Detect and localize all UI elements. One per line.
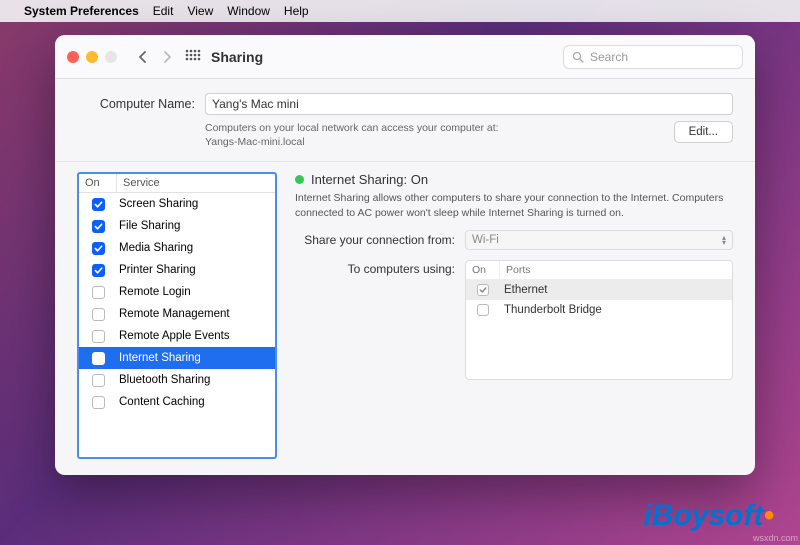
search-placeholder: Search xyxy=(590,50,628,64)
share-from-label: Share your connection from: xyxy=(295,233,465,247)
share-from-value: Wi-Fi xyxy=(472,234,499,246)
services-header-on: On xyxy=(79,174,117,192)
ports-header: On Ports xyxy=(466,261,732,280)
service-checkbox[interactable] xyxy=(92,198,105,211)
close-button[interactable] xyxy=(67,51,79,63)
ports-header-on: On xyxy=(466,261,500,279)
status-description: Internet Sharing allows other computers … xyxy=(295,191,733,219)
service-row[interactable]: Remote Login xyxy=(79,281,275,303)
port-checkbox[interactable] xyxy=(477,284,489,296)
port-label: Thunderbolt Bridge xyxy=(500,304,732,316)
service-row[interactable]: Remote Management xyxy=(79,303,275,325)
service-row[interactable]: Remote Apple Events xyxy=(79,325,275,347)
service-row[interactable]: Media Sharing xyxy=(79,237,275,259)
status-line: Internet Sharing: On xyxy=(295,172,733,187)
share-from-select[interactable]: Wi-Fi ▴▾ xyxy=(465,230,733,250)
service-label: Internet Sharing xyxy=(117,352,275,364)
port-label: Ethernet xyxy=(500,284,732,296)
service-row[interactable]: Screen Sharing xyxy=(79,193,275,215)
edit-button[interactable]: Edit... xyxy=(674,121,733,143)
service-label: Remote Login xyxy=(117,286,275,298)
service-checkbox[interactable] xyxy=(92,264,105,277)
service-label: Media Sharing xyxy=(117,242,275,254)
computer-name-input[interactable]: Yang's Mac mini xyxy=(205,93,733,115)
share-from-row: Share your connection from: Wi-Fi ▴▾ xyxy=(295,230,733,250)
detail-panel: Internet Sharing: On Internet Sharing al… xyxy=(295,172,733,459)
service-checkbox[interactable] xyxy=(92,308,105,321)
zoom-button[interactable] xyxy=(105,51,117,63)
ports-header-ports: Ports xyxy=(500,261,732,279)
preferences-window: Sharing Search Computer Name: Yang's Mac… xyxy=(55,35,755,475)
service-checkbox[interactable] xyxy=(92,374,105,387)
port-row[interactable]: Ethernet xyxy=(466,280,732,300)
forward-button[interactable] xyxy=(155,45,179,69)
service-row[interactable]: Internet Sharing xyxy=(79,347,275,369)
service-label: Printer Sharing xyxy=(117,264,275,276)
services-header: On Service xyxy=(79,174,275,193)
service-checkbox[interactable] xyxy=(92,352,105,365)
service-checkbox[interactable] xyxy=(92,220,105,233)
service-label: File Sharing xyxy=(117,220,275,232)
to-computers-label: To computers using: xyxy=(295,260,465,276)
computer-name-value: Yang's Mac mini xyxy=(212,97,299,111)
watermark-source: wsxdn.com xyxy=(753,533,798,543)
port-checkbox[interactable] xyxy=(477,304,489,316)
traffic-lights xyxy=(67,51,117,63)
menu-window[interactable]: Window xyxy=(227,4,270,18)
computer-name-label: Computer Name: xyxy=(77,97,205,111)
port-row[interactable]: Thunderbolt Bridge xyxy=(466,300,732,320)
service-row[interactable]: Bluetooth Sharing xyxy=(79,369,275,391)
search-input[interactable]: Search xyxy=(563,45,743,69)
back-button[interactable] xyxy=(131,45,155,69)
services-list: On Service Screen Sharing File Sharing Med… xyxy=(77,172,277,459)
menubar: System Preferences Edit View Window Help xyxy=(0,0,800,22)
service-checkbox[interactable] xyxy=(92,242,105,255)
service-checkbox[interactable] xyxy=(92,286,105,299)
minimize-button[interactable] xyxy=(86,51,98,63)
service-label: Screen Sharing xyxy=(117,198,275,210)
service-checkbox[interactable] xyxy=(92,396,105,409)
service-row[interactable]: Content Caching xyxy=(79,391,275,413)
show-all-icon[interactable] xyxy=(185,49,201,65)
menu-help[interactable]: Help xyxy=(284,4,309,18)
status-dot-icon xyxy=(295,175,304,184)
service-label: Remote Management xyxy=(117,308,275,320)
service-row[interactable]: Printer Sharing xyxy=(79,259,275,281)
menu-edit[interactable]: Edit xyxy=(153,4,174,18)
window-title: Sharing xyxy=(211,49,263,65)
divider xyxy=(55,161,755,162)
service-label: Bluetooth Sharing xyxy=(117,374,275,386)
chevron-updown-icon: ▴▾ xyxy=(722,235,726,245)
computer-name-subtext: Computers on your local network can acce… xyxy=(205,121,658,149)
to-computers-row: To computers using: On Ports Ethernet Thu… xyxy=(295,260,733,380)
watermark-logo: iBoysoft• xyxy=(643,499,774,533)
service-label: Content Caching xyxy=(117,396,275,408)
services-header-service: Service xyxy=(117,174,275,192)
window-body: Computer Name: Yang's Mac mini Computers… xyxy=(55,79,755,475)
search-icon xyxy=(572,51,584,63)
computer-name-row: Computer Name: Yang's Mac mini xyxy=(77,93,733,115)
service-row[interactable]: File Sharing xyxy=(79,215,275,237)
service-checkbox[interactable] xyxy=(92,330,105,343)
titlebar: Sharing Search xyxy=(55,35,755,79)
menu-view[interactable]: View xyxy=(187,4,213,18)
service-label: Remote Apple Events xyxy=(117,330,275,342)
ports-list: On Ports Ethernet Thunderbolt Bridge xyxy=(465,260,733,380)
status-label: Internet Sharing: On xyxy=(311,172,428,187)
menubar-app[interactable]: System Preferences xyxy=(24,4,139,18)
